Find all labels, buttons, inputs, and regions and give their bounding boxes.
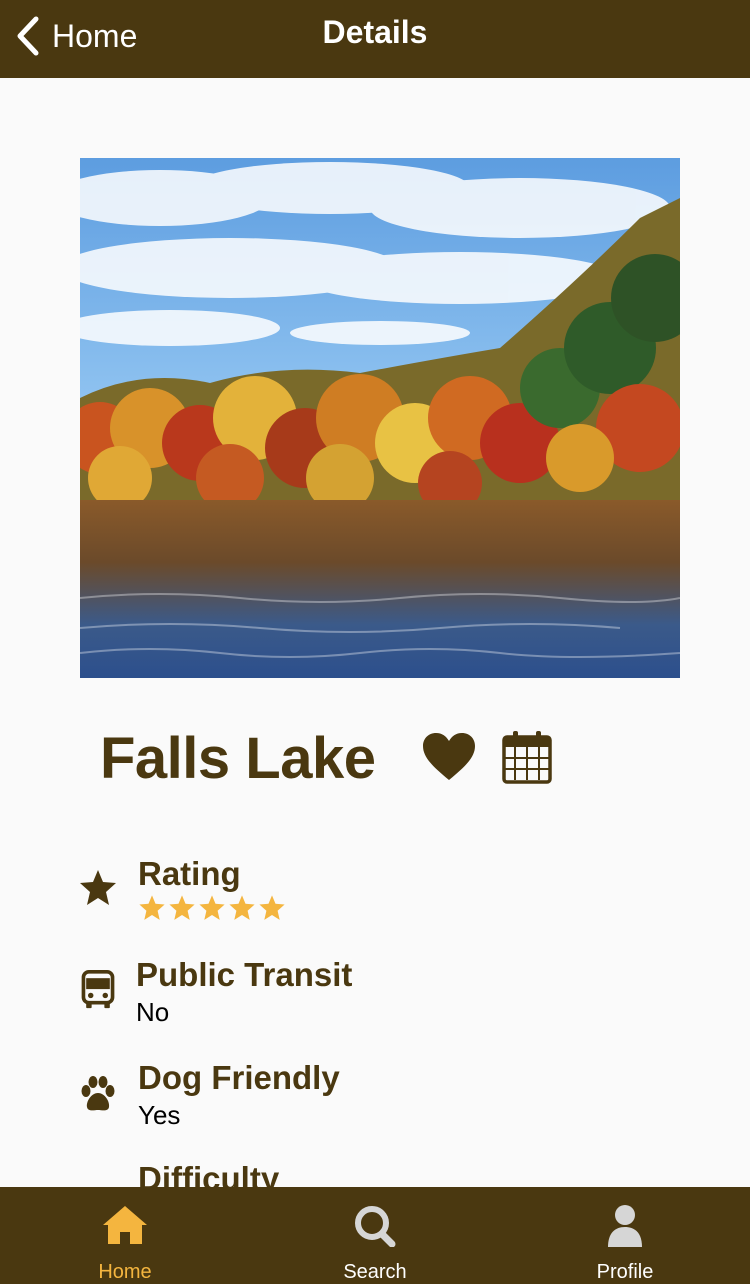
tab-home[interactable]: Home <box>45 1187 205 1284</box>
rating-star <box>229 895 255 920</box>
info-value-dog: Yes <box>138 1100 181 1130</box>
calendar-icon[interactable] <box>502 730 552 784</box>
info-label-dog: Dog Friendly <box>138 1059 340 1096</box>
rating-star <box>169 895 195 920</box>
place-header: Falls Lake <box>100 722 552 794</box>
rating-star <box>199 895 225 920</box>
page-title: Details <box>322 14 428 50</box>
bottom-tab-bar: Home Search Profile <box>0 1187 750 1284</box>
top-nav-bar: Home Details <box>0 0 750 78</box>
info-label-rating: Rating <box>138 855 241 892</box>
rating-star <box>259 895 285 920</box>
star-icon <box>80 870 116 905</box>
tab-home-label: Home <box>98 1261 152 1283</box>
info-value-transit: No <box>136 997 170 1027</box>
tab-profile-label: Profile <box>596 1261 654 1283</box>
search-icon <box>355 1206 396 1247</box>
profile-icon <box>608 1205 642 1247</box>
place-photo <box>80 158 680 678</box>
tab-search-label: Search <box>343 1261 407 1283</box>
tab-search[interactable]: Search <box>295 1187 455 1284</box>
paw-icon <box>81 1076 115 1111</box>
heart-icon[interactable] <box>422 732 476 782</box>
place-name: Falls Lake <box>100 725 376 791</box>
rating-star <box>139 895 165 920</box>
rating-stars <box>138 894 286 922</box>
info-label-transit: Public Transit <box>136 956 353 993</box>
tab-profile[interactable]: Profile <box>545 1187 705 1284</box>
bus-icon <box>81 970 115 1009</box>
home-icon <box>103 1206 147 1244</box>
